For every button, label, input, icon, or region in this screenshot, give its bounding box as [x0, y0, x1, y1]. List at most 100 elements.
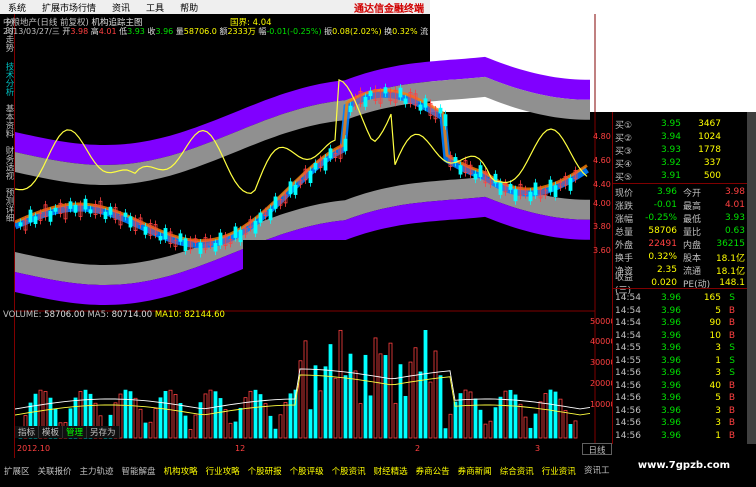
tick-volume: 40 — [709, 380, 721, 391]
date-axis-prefix: 2012.10 — [17, 444, 51, 453]
tab-basic-info[interactable]: 基本资料 — [1, 104, 14, 138]
candle-body — [48, 211, 53, 222]
tab-financial[interactable]: 财务透视 — [1, 146, 14, 180]
volume-bar — [243, 397, 248, 439]
tick-time: 14:56 — [615, 418, 641, 428]
tab-save-as[interactable]: 另存为 — [87, 426, 120, 438]
app-brand: 通达信金融终端 — [354, 3, 424, 15]
volume-bar — [573, 420, 578, 439]
stat-label: 量比 — [683, 227, 702, 238]
tick-row: 14:55 3.96 1 S — [615, 355, 755, 367]
period-day-tab[interactable]: 日线 — [582, 443, 612, 456]
stat-value: -0.01 — [653, 200, 677, 210]
status-tab[interactable]: 券商新闻 — [454, 465, 496, 477]
candle-body — [213, 243, 218, 252]
tick-row: 14:56 3.96 3 B — [615, 417, 755, 429]
status-right-tab[interactable]: 资讯工 — [584, 464, 610, 476]
volume-bar — [278, 414, 283, 439]
tab-forecast[interactable]: 预测详细 — [1, 188, 14, 222]
tick-side: B — [728, 393, 735, 403]
volume-bar — [178, 403, 183, 439]
volume-bar — [138, 408, 143, 439]
bid-row: 买① 3.95 3467 — [615, 119, 721, 131]
tick-price: 3.96 — [660, 405, 681, 416]
candle-body — [293, 184, 298, 195]
panel-scrollbar[interactable] — [747, 112, 756, 444]
candle-body — [233, 226, 238, 238]
stat-label: 股本 — [683, 253, 702, 264]
tab-template[interactable]: 模板 — [39, 426, 64, 438]
kline-chart[interactable] — [15, 14, 612, 444]
tab-manage[interactable]: 管理 — [63, 426, 88, 438]
bid-row: 买③ 3.93 1778 — [615, 145, 721, 157]
volume-bar — [513, 394, 518, 439]
menu-system[interactable]: 系统 — [0, 1, 34, 14]
candle-body — [103, 211, 108, 220]
tab-indicator[interactable]: 指标 — [15, 426, 40, 438]
status-tab[interactable]: 扩展区 — [0, 465, 34, 477]
volume-bar — [308, 409, 313, 439]
candle-body — [273, 196, 278, 209]
candle-body — [568, 178, 573, 191]
status-tab[interactable]: 财经精选 — [370, 465, 412, 477]
candle-body — [28, 209, 33, 223]
tick-price: 3.96 — [660, 330, 681, 341]
stat-label: 外盘 — [615, 240, 634, 251]
tick-volume: 90 — [709, 318, 721, 328]
stat-value: 4.01 — [724, 200, 745, 210]
tick-side: B — [728, 330, 735, 341]
volume-bar — [553, 391, 558, 439]
tick-time: 14:56 — [615, 430, 641, 441]
stat-value: 36215 — [716, 239, 745, 249]
tick-price: 3.96 — [660, 430, 681, 441]
tick-side: S — [729, 368, 735, 378]
status-tab[interactable]: 个股评级 — [286, 465, 328, 477]
status-tab[interactable]: 行业资讯 — [538, 465, 580, 477]
candle-body — [513, 189, 518, 202]
menu-help[interactable]: 帮助 — [172, 1, 206, 14]
price-axis-label: 4.80 — [593, 132, 611, 141]
status-bar: 扩展区 关联报价 主力轨迹 智能解盘 机构攻略 行业攻略 个股研报 个股评级 个股资讯 财经精选券… — [0, 464, 612, 478]
tick-price: 3.96 — [660, 418, 681, 428]
stat-value: 3.96 — [656, 187, 677, 197]
status-tab[interactable]: 行业攻略 — [202, 465, 244, 477]
volume-bar — [303, 340, 308, 439]
candle-body — [418, 104, 423, 111]
status-tab[interactable]: 券商公告 — [412, 465, 454, 477]
stat-label: 换手 — [615, 253, 634, 264]
status-tab[interactable]: 主力轨迹 — [76, 465, 118, 477]
tick-row: 14:54 3.96 5 B — [615, 305, 755, 317]
stat-value: 148.1 — [719, 278, 745, 288]
volume-bar — [398, 364, 403, 439]
tick-price: 3.96 — [660, 305, 681, 316]
volume-bar — [273, 428, 278, 439]
menu-market[interactable]: 扩展市场行情 — [34, 1, 104, 14]
tab-technical[interactable]: 技术分析 — [1, 62, 14, 96]
status-tab[interactable]: 智能解盘 — [118, 465, 160, 477]
candle-body — [68, 201, 73, 209]
volume-bar — [203, 393, 208, 439]
candle-body — [443, 114, 448, 127]
tick-row: 14:56 3.96 3 S — [615, 367, 755, 379]
menu-tools[interactable]: 工具 — [138, 1, 172, 14]
status-tab[interactable]: 关联报价 — [34, 465, 76, 477]
volume-bar — [503, 390, 508, 439]
candle-body — [158, 236, 163, 241]
status-tab[interactable]: 综合资讯 — [496, 465, 538, 477]
status-tab[interactable]: 个股资讯 — [328, 465, 370, 477]
status-tab[interactable]: 个股研报 — [244, 465, 286, 477]
candle-body — [343, 138, 348, 151]
tick-time: 14:55 — [615, 343, 641, 353]
tick-time: 14:56 — [615, 405, 641, 416]
candle-body — [83, 198, 88, 210]
status-tab[interactable]: 机构攻略 — [160, 465, 202, 477]
volume-bar — [168, 389, 173, 439]
candle-body — [423, 98, 428, 108]
volume-bar — [238, 407, 243, 439]
volume-bar — [453, 401, 458, 439]
menu-info[interactable]: 资讯 — [104, 1, 138, 14]
menu-bar: 系统 扩展市场行情 资讯 工具 帮助 通达信金融终端 — [0, 0, 430, 15]
volume-bar — [368, 395, 373, 439]
tick-volume: 10 — [709, 330, 721, 341]
tick-row: 14:54 3.96 10 B — [615, 330, 755, 342]
